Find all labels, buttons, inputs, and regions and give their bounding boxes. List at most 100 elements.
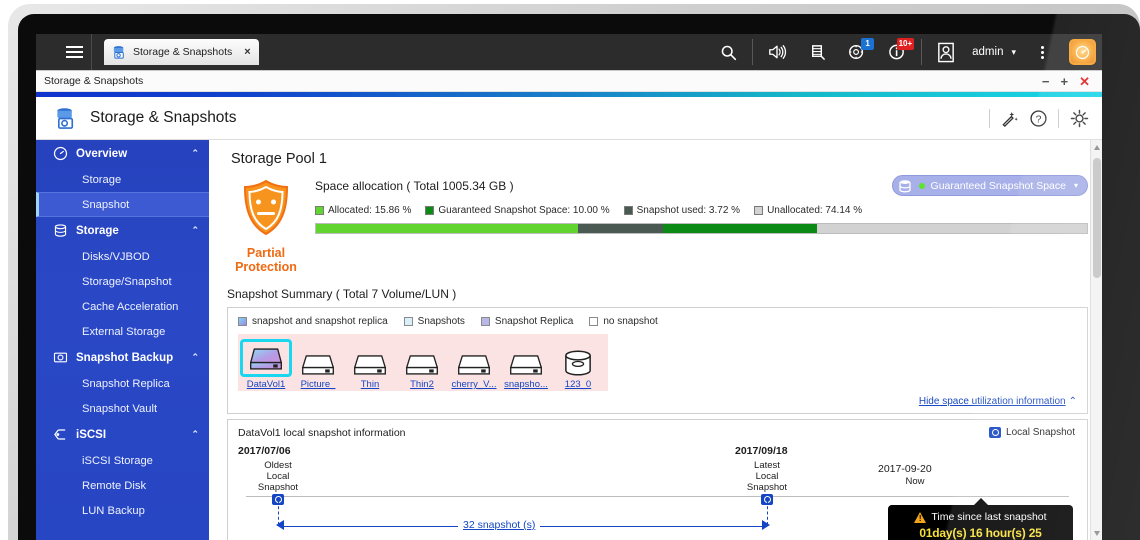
- legend-label: Guaranteed Snapshot Space: 10.00 %: [438, 205, 609, 216]
- volume-label[interactable]: cherry_V...: [448, 379, 500, 390]
- sidebar-item-label: Remote Disk: [82, 480, 146, 492]
- storage-pool-icon: [897, 178, 913, 194]
- wizard-icon[interactable]: [1000, 109, 1019, 128]
- lun-cylinder-icon: [552, 343, 604, 377]
- admin-menu-button[interactable]: admin ▾: [966, 34, 1022, 70]
- sidebar-item-label: iSCSI Storage: [82, 455, 153, 467]
- sidebar-group-snapshot-backup[interactable]: Snapshot Backup ⌃: [36, 344, 209, 371]
- volume-item-lun-123-0[interactable]: 123_0: [552, 341, 604, 390]
- window-minimize-button[interactable]: −: [1042, 75, 1050, 88]
- header-divider: [989, 109, 990, 128]
- sidebar-item-cache-acceleration[interactable]: Cache Acceleration: [36, 294, 209, 319]
- screen: Storage & Snapshots ×: [36, 34, 1102, 540]
- arrow-left-icon: [276, 520, 284, 530]
- sidebar-item-lun-backup[interactable]: LUN Backup: [36, 498, 209, 523]
- sidebar-item-external-storage[interactable]: External Storage: [36, 319, 209, 344]
- main-menu-button[interactable]: [58, 34, 92, 70]
- help-icon[interactable]: ?: [1029, 109, 1048, 128]
- caption-line-1: Latest: [754, 460, 780, 471]
- volume-item-thin2[interactable]: Thin2: [396, 341, 448, 390]
- volume-label[interactable]: Thin2: [396, 379, 448, 390]
- chevron-down-icon: ▾: [1074, 181, 1078, 190]
- sidebar-item-storage-snapshot[interactable]: Storage/Snapshot: [36, 269, 209, 294]
- volume-label[interactable]: DataVol1: [240, 379, 292, 390]
- scrollbar-thumb[interactable]: [1093, 158, 1101, 278]
- timeline-now-date: 2017-09-20: [878, 463, 932, 475]
- volume-legend: snapshot and snapshot replica Snapshots …: [238, 316, 1077, 327]
- sidebar-item-iscsi-storage[interactable]: iSCSI Storage: [36, 448, 209, 473]
- legend-swatch: [425, 206, 434, 215]
- chevron-up-icon: ⌃: [191, 352, 199, 363]
- timeline-now-caption: Now: [878, 476, 952, 487]
- volume-item-thin[interactable]: Thin: [344, 341, 396, 390]
- content-scrollbar[interactable]: [1090, 140, 1102, 540]
- dashboard-gauge-icon[interactable]: [1062, 34, 1102, 70]
- legend-label: Snapshots: [418, 316, 465, 327]
- volume-label[interactable]: snapsho...: [500, 379, 552, 390]
- chevron-up-icon: ⌃: [1069, 396, 1077, 407]
- timeline-area: 2017/07/06 Oldest Local Snapshot: [238, 443, 1077, 540]
- volume-icon-filled: [240, 339, 292, 377]
- legend-swatch: [589, 317, 598, 326]
- scroll-down-arrow-icon[interactable]: [1094, 531, 1100, 536]
- sidebar-group-iscsi[interactable]: iSCSI ⌃: [36, 421, 209, 448]
- window-maximize-button[interactable]: +: [1061, 75, 1069, 88]
- timeline-oldest-date: 2017/07/06: [238, 445, 291, 457]
- volume-item-datavol1[interactable]: DataVol1: [240, 337, 292, 390]
- iscsi-icon: [50, 427, 70, 442]
- sidebar-item-disks-vjbod[interactable]: Disks/VJBOD: [36, 244, 209, 269]
- caption-line-2: Local: [756, 471, 779, 482]
- guaranteed-snapshot-space-button[interactable]: Guaranteed Snapshot Space ▾: [892, 175, 1088, 196]
- scroll-up-arrow-icon[interactable]: [1094, 145, 1100, 150]
- sidebar-group-storage[interactable]: Storage ⌃: [36, 217, 209, 244]
- snapshot-backup-icon: [50, 350, 70, 365]
- search-icon[interactable]: [708, 34, 748, 70]
- taskbar-tab-storage-snapshots[interactable]: Storage & Snapshots ×: [104, 39, 259, 65]
- tooltip-title: Time since last snapshot: [931, 511, 1046, 523]
- overview-icon: [50, 146, 70, 161]
- volume-item-cherry[interactable]: cherry_V...: [448, 341, 500, 390]
- timeline-heading: DataVol1 local snapshot information: [238, 427, 1077, 439]
- sidebar-item-remote-disk[interactable]: Remote Disk: [36, 473, 209, 498]
- sidebar-item-snapshot-vault[interactable]: Snapshot Vault: [36, 396, 209, 421]
- sidebar-group-overview[interactable]: Overview ⌃: [36, 140, 209, 167]
- snapshot-timeline-panel: DataVol1 local snapshot information Loca…: [227, 419, 1088, 540]
- volume-label[interactable]: 123_0: [552, 379, 604, 390]
- space-allocation-section: Space allocation ( Total 1005.34 GB ): [315, 175, 1088, 274]
- snapshot-summary-title: Snapshot Summary ( Total 7 Volume/LUN ): [227, 287, 1088, 301]
- hide-space-utilization-link[interactable]: Hide space utilization information⌃: [238, 396, 1077, 407]
- caption-line-2: Local: [267, 471, 290, 482]
- external-device-icon[interactable]: [797, 34, 837, 70]
- status-dot: [919, 183, 925, 189]
- partial-protection-shield-icon: [240, 179, 292, 242]
- taskbar-tab-label: Storage & Snapshots: [133, 46, 232, 58]
- user-avatar-icon[interactable]: [926, 34, 966, 70]
- application-window: Storage & Snapshots − + ✕ Sto: [36, 70, 1102, 540]
- app-logo-icon: [54, 106, 79, 131]
- sidebar-item-snapshot[interactable]: Snapshot: [36, 192, 209, 217]
- legend-swatch: [624, 206, 633, 215]
- volume-label[interactable]: Picture_: [292, 379, 344, 390]
- background-tasks-icon[interactable]: 1: [837, 34, 877, 70]
- admin-label: admin: [968, 46, 1007, 58]
- legend-swatch: [404, 317, 413, 326]
- settings-gear-icon[interactable]: [1069, 108, 1090, 129]
- timeline-axis: [246, 496, 1069, 497]
- volume-label[interactable]: Thin: [344, 379, 396, 390]
- taskbar-tab-close-icon[interactable]: ×: [244, 46, 250, 58]
- window-close-button[interactable]: ✕: [1079, 75, 1090, 88]
- hide-space-utilization-label: Hide space utilization information: [919, 396, 1066, 407]
- legend-label: Snapshot used: 3.72 %: [637, 205, 740, 216]
- more-options-icon[interactable]: [1022, 34, 1062, 70]
- notifications-icon[interactable]: 10+: [877, 34, 917, 70]
- volume-item-snapshot[interactable]: snapsho...: [500, 341, 552, 390]
- legend-label: Unallocated: 74.14 %: [767, 205, 862, 216]
- local-snapshot-icon: [989, 427, 1001, 438]
- volume-icon[interactable]: [757, 34, 797, 70]
- sidebar-item-snapshot-replica[interactable]: Snapshot Replica: [36, 371, 209, 396]
- snapshot-count-link[interactable]: 32 snapshot (s): [458, 519, 540, 531]
- volume-item-picture[interactable]: Picture_: [292, 341, 344, 390]
- sidebar-item-storage-overview[interactable]: Storage: [36, 167, 209, 192]
- legend-label: snapshot and snapshot replica: [252, 316, 388, 327]
- space-allocation-legend: Allocated: 15.86 % Guaranteed Snapshot S…: [315, 205, 1088, 216]
